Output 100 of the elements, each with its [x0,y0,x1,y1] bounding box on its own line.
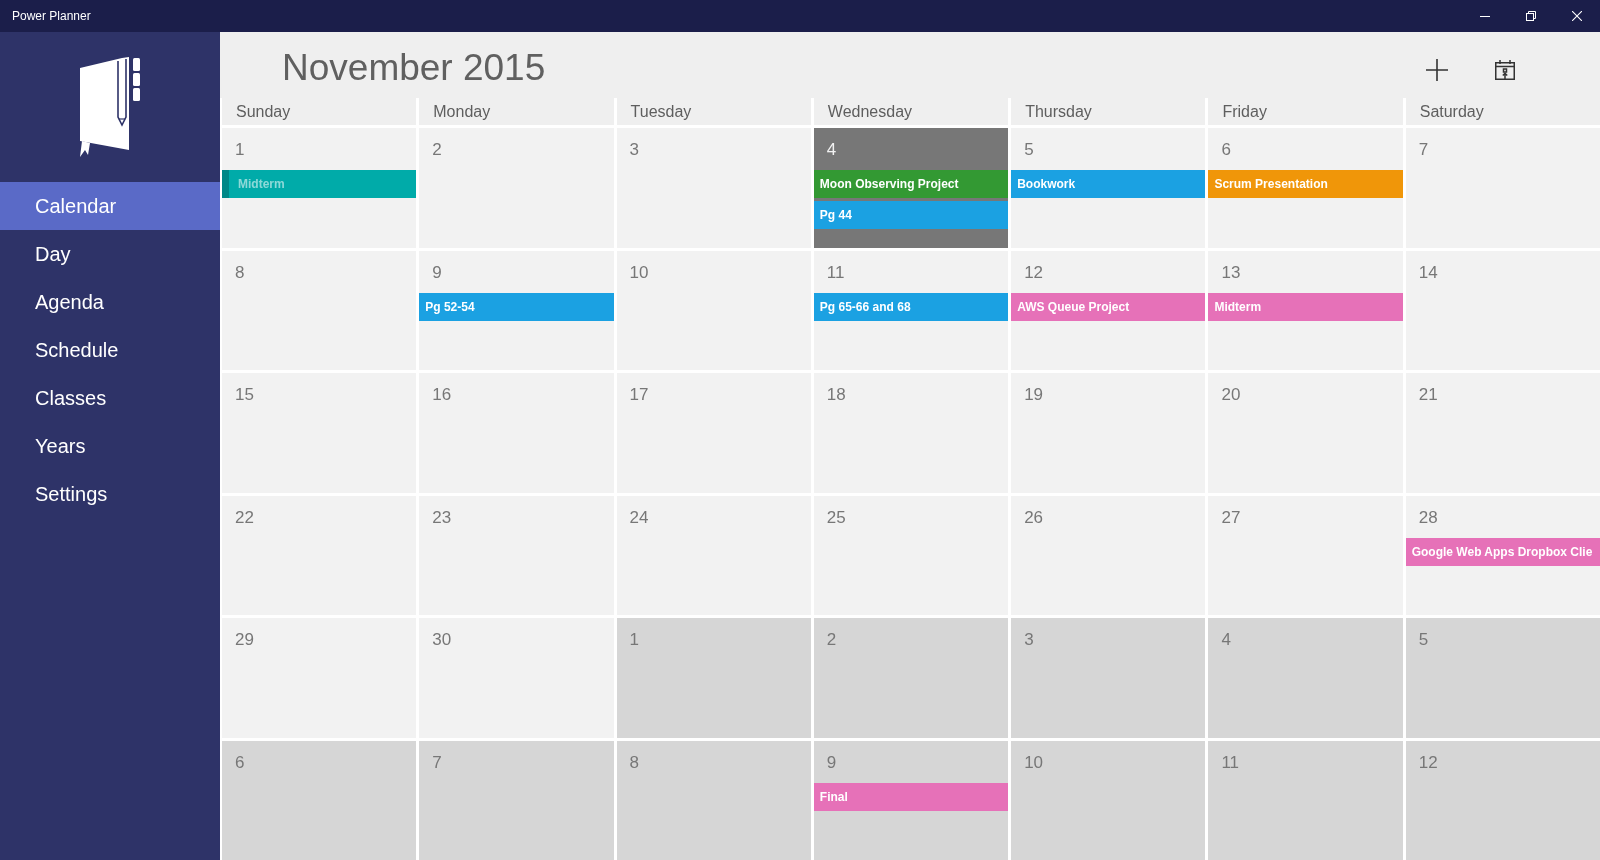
day-cell[interactable]: 23 [419,495,614,615]
weekday-label: Monday [419,98,614,125]
day-cell[interactable]: 17 [616,373,811,493]
day-cell[interactable]: 5 [1405,618,1600,738]
day-cell[interactable]: 6 Scrum Presentation [1208,128,1403,248]
restore-icon [1526,11,1536,21]
weekday-label: Tuesday [616,98,811,125]
day-cell[interactable]: 7 [1405,128,1600,248]
day-number: 23 [432,506,452,529]
day-number: 5 [1024,139,1034,161]
day-cell[interactable]: 10 [616,250,811,370]
day-cell[interactable]: 14 [1405,250,1600,370]
day-cell[interactable]: 7 [419,740,614,860]
day-number: 6 [1221,139,1231,161]
day-cell[interactable]: 18 [813,373,1009,493]
day-number: 5 [1418,629,1429,651]
day-cell[interactable]: 25 [813,495,1009,615]
nav-item[interactable]: Years [0,422,220,470]
day-cell[interactable]: 26 [1011,495,1206,615]
day-cell[interactable]: 22 [222,495,417,615]
day-cell[interactable]: 15 [222,373,417,493]
day-cell[interactable]: 12 [1405,740,1600,860]
day-cell[interactable]: 2 [419,128,614,248]
day-cell[interactable]: 5 Bookwork [1011,128,1206,248]
day-number: 25 [826,506,846,529]
month-title: November 2015 [282,47,546,89]
weekday-label: Wednesday [813,98,1009,125]
day-cell[interactable]: 2 [813,618,1009,738]
nav-item[interactable]: Settings [0,470,220,518]
day-cell[interactable]: 4 [1208,618,1403,738]
day-cell[interactable]: 9 Final [813,740,1009,860]
day-number: 6 [235,751,245,774]
calendar-event[interactable]: Moon Observing Project [813,170,1009,198]
day-cell[interactable]: 8 [222,250,417,370]
day-number: 2 [826,629,837,651]
day-number: 14 [1418,261,1438,284]
day-cell[interactable]: 24 [616,495,811,615]
day-number: 29 [235,629,254,651]
day-number: 22 [235,506,254,529]
day-number: 11 [826,261,845,284]
day-cell[interactable]: 10 [1011,740,1206,860]
day-number: 28 [1418,506,1438,529]
day-number: 4 [1221,629,1231,651]
day-cell[interactable]: 1 Midterm [222,128,417,248]
day-number: 15 [235,384,254,406]
plus-icon [1426,59,1448,81]
nav-item[interactable]: Calendar [0,182,220,230]
day-number: 2 [432,139,442,161]
day-cell[interactable]: 30 [419,618,614,738]
day-cell[interactable]: 3 [616,128,811,248]
day-cell[interactable]: 11 Pg 65-66 and 68 [813,250,1009,370]
day-cell[interactable]: 29 [222,618,417,738]
day-number: 9 [826,751,837,774]
weekday-label: Friday [1208,98,1403,125]
nav-item[interactable]: Classes [0,374,220,422]
day-cell[interactable]: 21 [1405,373,1600,493]
day-number: 10 [629,261,649,284]
day-cell[interactable]: 1 [616,618,811,738]
day-cell[interactable]: 13 Midterm [1208,250,1403,370]
calendar-event[interactable]: Google Web Apps Dropbox Clie [1405,537,1600,566]
calendar-event[interactable]: Pg 44 [813,201,1009,229]
day-number: 16 [432,384,452,406]
day-cell[interactable]: 20 [1208,373,1403,493]
day-number: 21 [1418,384,1438,406]
nav-item[interactable]: Agenda [0,278,220,326]
day-number: 3 [629,139,640,161]
calendar-event[interactable]: Bookwork [1011,170,1206,198]
day-cell[interactable]: 6 [222,740,417,860]
day-number: 8 [629,751,640,774]
window-title: Power Planner [12,9,91,23]
day-number: 10 [1024,751,1044,774]
day-cell[interactable]: 12 AWS Queue Project [1011,250,1206,370]
day-number: 26 [1024,506,1044,529]
calendar-event[interactable]: Pg 52-54 [419,292,614,321]
day-number: 7 [432,751,442,774]
day-number: 30 [432,629,452,651]
weekday-label: Thursday [1011,98,1206,125]
day-cell[interactable]: 19 [1011,373,1206,493]
day-number: 13 [1221,261,1241,284]
day-cell[interactable]: 4 Moon Observing Project Pg 44 [813,128,1009,248]
day-number: 19 [1024,384,1044,406]
day-number: 1 [629,629,640,651]
day-cell[interactable]: 28 Google Web Apps Dropbox Clie [1405,495,1600,615]
nav-item[interactable]: Schedule [0,326,220,374]
minimize-icon [1480,15,1490,17]
calendar-event[interactable]: Pg 65-66 and 68 [813,292,1009,321]
day-cell[interactable]: 16 [419,373,614,493]
day-cell[interactable]: 3 [1011,618,1206,738]
calendar-event[interactable]: Midterm [1208,292,1403,321]
calendar-event[interactable]: Final [813,782,1009,811]
calendar-event[interactable]: AWS Queue Project [1011,292,1206,321]
day-cell[interactable]: 9 Pg 52-54 [419,250,614,370]
day-cell[interactable]: 27 [1208,495,1403,615]
day-number: 12 [1024,261,1044,284]
nav-item[interactable]: Day [0,230,220,278]
day-number: 8 [235,261,245,284]
day-cell[interactable]: 8 [616,740,811,860]
day-number: 17 [629,384,649,406]
day-cell[interactable]: 11 [1208,740,1403,860]
calendar-event[interactable]: Scrum Presentation [1208,170,1403,198]
